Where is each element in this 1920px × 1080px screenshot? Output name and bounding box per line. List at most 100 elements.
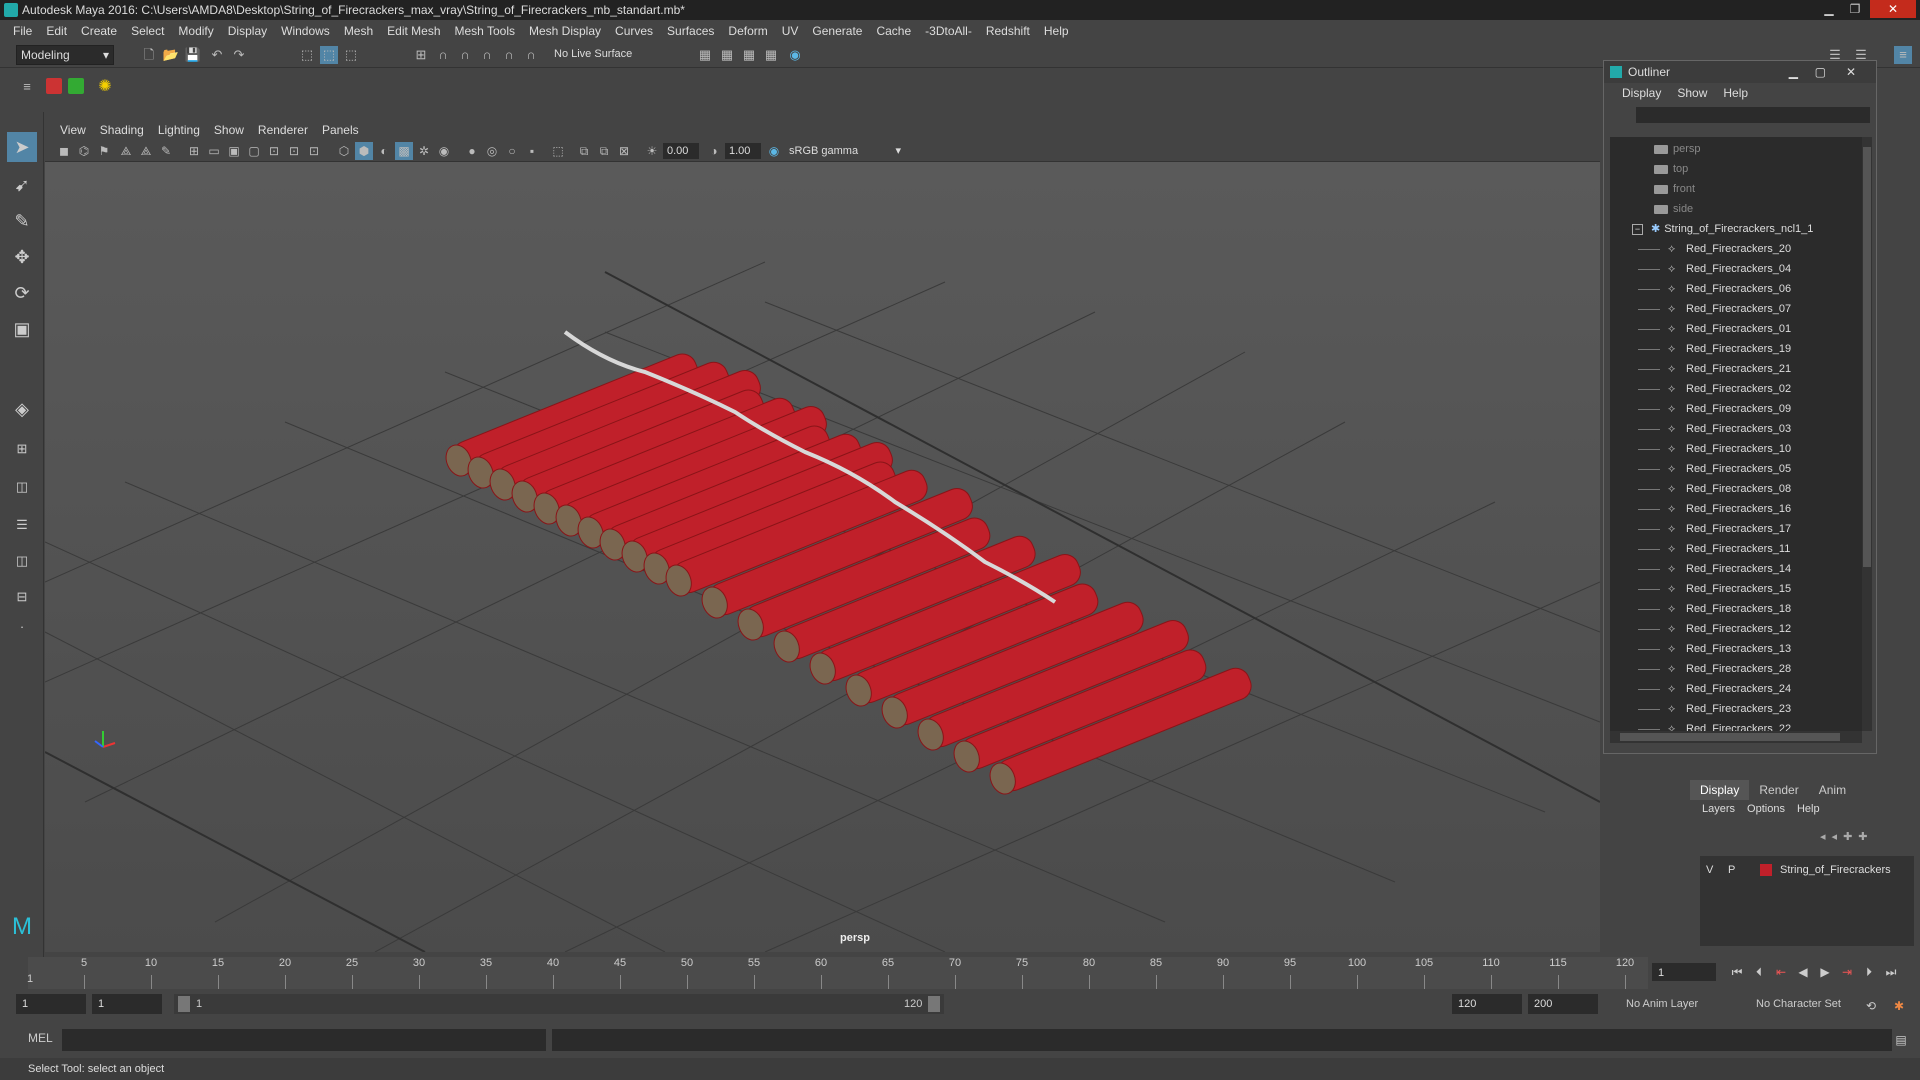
colorspace-dropdown[interactable]: sRGB gamma ▾ xyxy=(785,143,905,159)
menu-file[interactable]: File xyxy=(6,24,39,38)
layout-custom-icon[interactable]: · xyxy=(7,612,37,642)
menu-mesh[interactable]: Mesh xyxy=(337,24,380,38)
outliner-item-mesh[interactable]: ⟡ Red_Firecrackers_10 xyxy=(1610,439,1860,459)
outliner-item-mesh[interactable]: ⟡ Red_Firecrackers_11 xyxy=(1610,539,1860,559)
snap-view-icon[interactable]: ∩ xyxy=(478,46,496,64)
save-scene-icon[interactable]: 💾 xyxy=(184,46,202,64)
outliner-item-mesh[interactable]: ⟡ Red_Firecrackers_04 xyxy=(1610,259,1860,279)
menu-redshift[interactable]: Redshift xyxy=(979,24,1037,38)
close-icon[interactable]: ✕ xyxy=(1846,61,1856,83)
outliner-item-mesh[interactable]: ⟡ Red_Firecrackers_06 xyxy=(1610,279,1860,299)
menu-surfaces[interactable]: Surfaces xyxy=(660,24,721,38)
gamma-field[interactable]: 1.00 xyxy=(725,143,761,159)
outliner-item-mesh[interactable]: ⟡ Red_Firecrackers_19 xyxy=(1610,339,1860,359)
isolate-select-icon[interactable]: ⬚ xyxy=(549,142,567,160)
layer-editor-icon[interactable]: ≡ xyxy=(1894,46,1912,64)
current-frame-field[interactable]: 1 xyxy=(1652,963,1716,981)
select-tool-icon[interactable]: ➤ xyxy=(7,132,37,162)
outliner-menu-show[interactable]: Show xyxy=(1669,86,1715,100)
camera-lock-icon[interactable]: ⌬ xyxy=(75,142,93,160)
bookmark-icon[interactable]: ⚑ xyxy=(95,142,113,160)
outliner-item-mesh[interactable]: ⟡ Red_Firecrackers_05 xyxy=(1610,459,1860,479)
outliner-item-side[interactable]: side xyxy=(1610,199,1860,219)
outliner-item-mesh[interactable]: ⟡ Red_Firecrackers_16 xyxy=(1610,499,1860,519)
panel-menu-lighting[interactable]: Lighting xyxy=(151,123,207,137)
outliner-item-mesh[interactable]: ⟡ Red_Firecrackers_23 xyxy=(1610,699,1860,719)
green-shelf-icon[interactable] xyxy=(68,78,84,94)
menu-edit-mesh[interactable]: Edit Mesh xyxy=(380,24,447,38)
outliner-item-mesh[interactable]: ⟡ Red_Firecrackers_14 xyxy=(1610,559,1860,579)
snap-surface-icon[interactable]: ∩ xyxy=(500,46,518,64)
panel-menu-view[interactable]: View xyxy=(53,123,93,137)
menu-generate[interactable]: Generate xyxy=(805,24,869,38)
mel-label[interactable]: MEL xyxy=(28,1031,53,1045)
safe-action-icon[interactable]: ⊡ xyxy=(285,142,303,160)
smooth-shade-icon[interactable]: ⬢ xyxy=(355,142,373,160)
range-slider[interactable]: 1 120 xyxy=(174,994,944,1014)
xray-icon[interactable]: ⧉ xyxy=(575,142,593,160)
go-to-end-icon[interactable]: ⏭ xyxy=(1882,963,1900,981)
close-icon[interactable]: ✕ xyxy=(1870,0,1916,18)
menu-windows[interactable]: Windows xyxy=(274,24,337,38)
playback-end-field[interactable]: 120 xyxy=(1452,994,1522,1014)
outliner-item-mesh[interactable]: ⟡ Red_Firecrackers_21 xyxy=(1610,359,1860,379)
minimize-icon[interactable]: ▁ xyxy=(1818,0,1840,18)
menu-mesh-display[interactable]: Mesh Display xyxy=(522,24,608,38)
animation-end-field[interactable]: 200 xyxy=(1528,994,1598,1014)
snap-point-icon[interactable]: ∩ xyxy=(456,46,474,64)
layer-row[interactable]: V P String_of_Firecrackers xyxy=(1700,860,1914,880)
step-forward-frame-icon[interactable]: ⇥ xyxy=(1838,963,1856,981)
select-hierarchy-icon[interactable]: ⬚ xyxy=(298,46,316,64)
step-back-frame-icon[interactable]: ⇤ xyxy=(1772,963,1790,981)
layout-graph-icon[interactable]: ◫ xyxy=(7,546,37,576)
lighting-icon[interactable]: ◐ xyxy=(375,142,393,160)
paint-select-icon[interactable]: ✎ xyxy=(7,206,37,236)
menu-help[interactable]: Help xyxy=(1037,24,1076,38)
viewport-persp[interactable]: persp xyxy=(45,162,1600,952)
range-handle-start[interactable] xyxy=(178,996,190,1012)
menu-3dtoall[interactable]: -3DtoAll- xyxy=(918,24,979,38)
grease-pencil-icon[interactable]: ✎ xyxy=(157,142,175,160)
tab-display[interactable]: Display xyxy=(1690,780,1750,800)
new-layer-selected-icon[interactable]: ✚ xyxy=(1858,830,1867,843)
wireframe-icon[interactable]: ⬡ xyxy=(335,142,353,160)
outliner-window[interactable]: Outliner ▁ ▢ ✕ Display Show Help persp t… xyxy=(1603,60,1877,754)
panel-menu-show[interactable]: Show xyxy=(207,123,251,137)
mode-dropdown[interactable]: Modeling ▾ xyxy=(16,45,114,65)
go-to-start-icon[interactable]: ⏮ xyxy=(1728,963,1746,981)
undo-icon[interactable]: ↶ xyxy=(208,46,226,64)
light-icon[interactable]: ✺ xyxy=(96,78,114,96)
range-handle-end[interactable] xyxy=(928,996,940,1012)
menu-mesh-tools[interactable]: Mesh Tools xyxy=(448,24,522,38)
render-view-icon[interactable]: ▦ xyxy=(696,46,714,64)
layer-color-swatch[interactable] xyxy=(1760,864,1772,876)
script-editor-icon[interactable]: ▤ xyxy=(1892,1031,1910,1049)
panel-menu-shading[interactable]: Shading xyxy=(93,123,151,137)
snap-live-icon[interactable]: ∩ xyxy=(522,46,540,64)
snap-grid-icon[interactable]: ⊞ xyxy=(412,46,430,64)
outliner-item-mesh[interactable]: ⟡ Red_Firecrackers_22 xyxy=(1610,719,1860,731)
depth-of-field-icon[interactable]: ▪ xyxy=(523,142,541,160)
scale-tool-icon[interactable]: ▣ xyxy=(7,314,37,344)
play-forwards-icon[interactable]: ▶ xyxy=(1816,963,1834,981)
xray-joints-icon[interactable]: ⧉ xyxy=(595,142,613,160)
exposure-field[interactable]: 0.00 xyxy=(663,143,699,159)
outliner-menu-display[interactable]: Display xyxy=(1614,86,1669,100)
use-lights-icon[interactable]: ✲ xyxy=(415,142,433,160)
select-component-icon[interactable]: ⬚ xyxy=(342,46,360,64)
tab-render[interactable]: Render xyxy=(1749,780,1808,800)
collapse-icon[interactable]: − xyxy=(1632,224,1643,235)
menu-create[interactable]: Create xyxy=(74,24,124,38)
move-layer-down-icon[interactable]: ◂ xyxy=(1832,830,1838,843)
minimize-icon[interactable]: ▁ xyxy=(1789,61,1798,83)
gate-mask-icon[interactable]: ▢ xyxy=(245,142,263,160)
firecracker-model[interactable] xyxy=(442,350,1256,798)
outliner-item-mesh[interactable]: ⟡ Red_Firecrackers_24 xyxy=(1610,679,1860,699)
render-frame-icon[interactable]: ▦ xyxy=(718,46,736,64)
move-tool-icon[interactable]: ✥ xyxy=(7,242,37,272)
ipr-render-icon[interactable]: ▦ xyxy=(740,46,758,64)
camera-select-icon[interactable]: ◼ xyxy=(55,142,73,160)
outliner-item-mesh[interactable]: ⟡ Red_Firecrackers_18 xyxy=(1610,599,1860,619)
select-object-icon[interactable]: ⬚ xyxy=(320,46,338,64)
lasso-tool-icon[interactable]: ➹ xyxy=(7,170,37,200)
